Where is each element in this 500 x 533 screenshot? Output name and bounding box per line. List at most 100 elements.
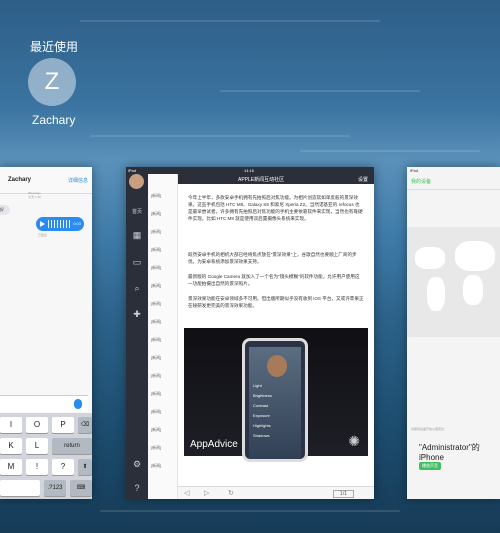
menu-text: Brightness [253,393,272,398]
key-exclaim[interactable]: ! [26,459,48,475]
article-paragraph: 景深效果功能在安卓领域多不可用。但出版所期似乎没有收到 iOS 平台，又或许苹果… [188,296,364,308]
backspace-key[interactable]: ⌫ [78,417,92,433]
incoming-bubble: 好 [0,205,10,215]
world-map[interactable] [407,227,500,337]
portrait-photo [267,355,287,377]
list-item[interactable]: [新闻] [151,337,161,343]
key-m[interactable]: M [0,459,22,475]
list-item[interactable]: [新闻] [151,355,161,361]
landmass [427,277,445,311]
messages-header: Zachary 详细信息 [0,167,92,194]
status-bar: iPad 14:16 [126,167,374,174]
list-item[interactable]: [新闻] [151,301,161,307]
landmass [463,275,483,305]
home-tab[interactable]: 首页 [131,207,143,217]
microphone-icon[interactable] [74,399,82,409]
meta-time: 今天 1:40 [28,195,41,199]
shift-icon[interactable]: ⬆ [78,459,92,475]
play-sound-button[interactable]: 播放声音 [419,462,441,470]
key-i[interactable]: I [0,417,22,433]
list-item[interactable]: [新闻] [151,193,161,199]
find-device-card[interactable]: iPad 我的设备 请保持设备开启以便定位 "Administrator"的 i… [407,167,500,499]
wave-decoration [90,135,350,137]
status-bar: iPad [410,168,419,173]
message-icon[interactable]: ▭ [132,257,142,267]
delivered-label: 已送达 [38,233,48,237]
key-l[interactable]: L [26,438,48,454]
list-item[interactable]: [新闻] [151,391,161,397]
key-k[interactable]: K [0,438,22,454]
message-input[interactable] [0,395,88,412]
news-app-card[interactable]: 首页 ▦ ▭ ⌕ ✚ ⚙ ? [新闻] [新闻] [新闻] [新闻] [新闻] … [126,167,374,499]
key-question[interactable]: ? [52,459,74,475]
menu-text: Highlights [253,423,271,428]
settings-icon[interactable]: ⚙ [132,459,142,469]
contact-avatar[interactable]: Z [28,58,76,106]
article-paragraph: 最新版的 Google Camera 就加入了一个名为"镜头模糊"的软件功能，允… [188,274,360,286]
wave-decoration [80,20,380,22]
landmass [455,241,495,271]
help-icon[interactable]: ? [132,483,142,493]
my-devices-header[interactable]: 我的设备 [407,175,500,190]
message-meta: iMessage 今天 1:40 [28,191,41,199]
phone-illustration: Light Brightness Contrast Exposure Highl… [242,338,308,462]
feed-list: [新闻] [新闻] [新闻] [新闻] [新闻] [新闻] [新闻] [新闻] … [148,167,178,499]
waveform-icon [48,220,70,228]
keyboard: I O P ⌫ K L return M ! ? ⬆ .?123 ⌨ [0,413,92,499]
list-item[interactable]: [新闻] [151,409,161,415]
list-item[interactable]: [新闻] [151,265,161,271]
list-item[interactable]: [新闻] [151,319,161,325]
wave-decoration [300,150,480,152]
back-icon[interactable]: ◁ [184,489,189,497]
clock: 14:16 [244,168,255,173]
refresh-icon[interactable]: ↻ [228,489,234,497]
app-sidebar: 首页 ▦ ▭ ⌕ ✚ ⚙ ? [126,167,148,499]
gamepad-icon[interactable]: ✚ [132,309,142,319]
article-header-title: APPLE新闻互动社区 [238,177,285,183]
menu-text: Shadows [253,433,270,438]
list-item[interactable]: [新闻] [151,211,161,217]
search-icon[interactable]: ⌕ [132,283,142,293]
key-p[interactable]: P [52,417,74,433]
menu-text: Exposure [253,413,270,418]
device-name[interactable]: "Administrator"的 iPhone [419,442,500,462]
appadvice-logo-icon: ✺ [348,433,360,449]
list-item[interactable]: [新闻] [151,427,161,433]
settings-link[interactable]: 设置 [358,176,368,183]
conversation-title: Zachary [8,177,32,183]
article-view: APPLE新闻互动社区 设置 今年上半年，多款安卓手机拥有先拍照后对焦功能。为相… [178,174,374,499]
list-item[interactable]: [新闻] [151,445,161,451]
device-label: iPad [128,168,137,173]
contact-name[interactable]: Zachary [32,113,75,127]
list-item[interactable]: [新闻] [151,463,161,469]
wave-decoration [100,510,400,512]
play-icon[interactable] [40,221,45,227]
list-item[interactable]: [新闻] [151,229,161,235]
article-paragraph: 既然安卓手机的相机大部已经将焦点放在"景深效果"上，谷歌自然也要顺上厂商的步伐，… [188,252,357,264]
forward-icon[interactable]: ▷ [204,489,209,497]
profile-avatar[interactable] [129,174,144,189]
landmass [415,247,445,269]
messages-app-card[interactable]: Zachary 详细信息 iMessage 今天 1:40 好 0:03 已送达… [0,167,92,499]
numbers-key[interactable]: .?123 [44,480,66,496]
key-o[interactable]: O [26,417,48,433]
watermark-text: AppAdvice [190,439,238,450]
article-toolbar: APPLE新闻互动社区 设置 [178,174,374,184]
article-image[interactable]: Light Brightness Contrast Exposure Highl… [184,328,368,462]
device-status: 离线 [419,454,427,459]
recent-contacts-label: 最近使用 [30,40,79,54]
space-key[interactable] [0,480,40,496]
return-key[interactable]: return [52,438,92,454]
bottom-toolbar: ◁ ▷ ↻ 1/1 [178,486,374,499]
menu-text: Light [253,383,262,388]
list-item[interactable]: [新闻] [151,373,161,379]
grid-icon[interactable]: ▦ [132,230,142,240]
list-item[interactable]: [新闻] [151,283,161,289]
voice-message-bubble[interactable]: 0:03 [36,217,84,231]
dismiss-keyboard-icon[interactable]: ⌨ [70,480,92,496]
wave-decoration [220,90,420,92]
page-indicator: 1/1 [333,490,354,498]
list-item[interactable]: [新闻] [151,247,161,253]
details-link[interactable]: 详细信息 [68,177,88,184]
article-paragraph: 今年上半年，多款安卓手机拥有先拍照后对焦功能。为相片创造软如单反般的景深效果。这… [188,195,363,221]
